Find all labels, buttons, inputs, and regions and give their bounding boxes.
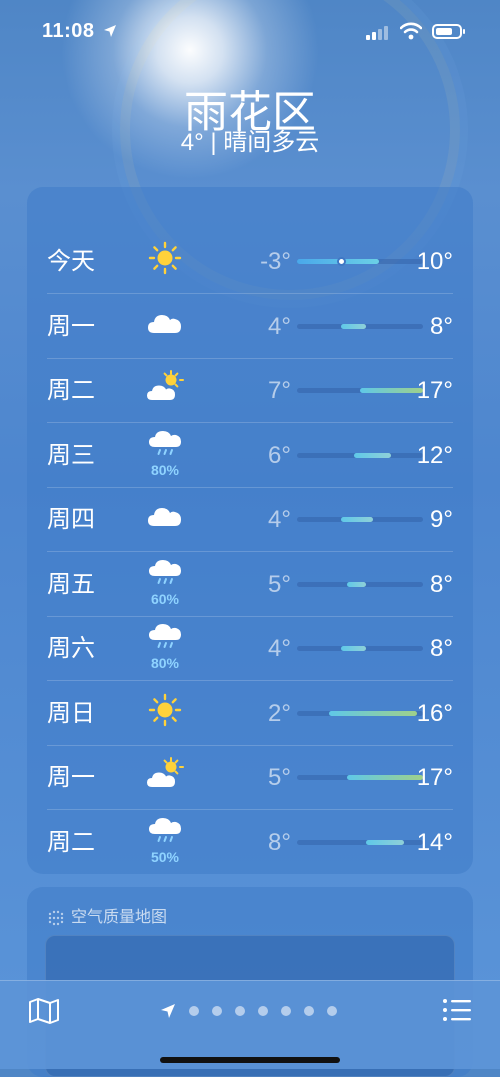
forecast-day: 周四: [47, 506, 95, 533]
sun-icon: [145, 690, 185, 738]
status-time: 11:08: [42, 20, 95, 42]
forecast-row[interactable]: 周五 60% 5° 8°: [47, 553, 453, 617]
precipitation-chance: 80%: [150, 461, 180, 478]
precipitation-chance: 80%: [150, 655, 180, 671]
forecast-row[interactable]: 周一 5° 17°: [47, 746, 453, 810]
partly-sunny-icon: [145, 367, 185, 415]
low-temp: 7°: [268, 377, 291, 404]
page-dot[interactable]: [327, 1006, 337, 1016]
map-icon[interactable]: [28, 997, 60, 1025]
forecast-row[interactable]: 周四 4° 9°: [47, 488, 453, 552]
temperature-range-bar: [341, 323, 367, 329]
forecast-row[interactable]: 周一 4° 8°: [47, 295, 453, 359]
page-dot[interactable]: [281, 1006, 291, 1016]
forecast-day: 周三: [47, 441, 95, 469]
low-temp: 2°: [268, 699, 291, 727]
low-temp: 6°: [268, 441, 291, 469]
temperature-range-bar: [347, 581, 367, 587]
temperature-range-bar: [353, 452, 392, 458]
forecast-row[interactable]: 周三 80% 6° 12°: [47, 424, 453, 488]
bottom-toolbar: [0, 980, 500, 1069]
low-temp: 4°: [268, 506, 291, 533]
forecast-row[interactable]: 周二 7° 17°: [47, 359, 453, 423]
cloud-icon: [145, 303, 185, 351]
low-temp: 4°: [268, 635, 291, 662]
forecast-day: 周一: [47, 312, 95, 340]
high-temp: 12°: [416, 441, 453, 469]
high-temp: 14°: [416, 828, 453, 856]
page-dot[interactable]: [189, 1006, 199, 1016]
forecast-day: 周一: [47, 764, 95, 791]
low-temp: 4°: [268, 312, 291, 340]
low-temp: -3°: [260, 248, 291, 275]
forecast-day: 周二: [47, 828, 95, 856]
city-list-icon[interactable]: [442, 997, 472, 1023]
high-temp: 17°: [416, 764, 453, 791]
ten-day-forecast[interactable]: 今天 -3° 10° 周一 4° 8° 周二 7° 17° 周三 80% 6° 12° 周四 4° 9° 周五 6…: [27, 187, 473, 874]
forecast-day: 今天: [47, 248, 95, 275]
cellular-signal-icon: [366, 24, 392, 40]
status-bar: 11:08: [0, 0, 500, 60]
sun-icon: [145, 238, 185, 286]
wifi-icon: [400, 22, 422, 40]
high-temp: 8°: [430, 312, 453, 340]
high-temp: 16°: [416, 699, 453, 727]
precipitation-chance: 50%: [150, 848, 180, 865]
air-quality-title: 空气质量地图: [71, 909, 168, 926]
low-temp: 5°: [268, 570, 291, 598]
high-temp: 10°: [416, 248, 453, 275]
page-dot[interactable]: [304, 1006, 314, 1016]
forecast-row[interactable]: 周六 80% 4° 8°: [47, 617, 453, 681]
temperature-range-bar: [366, 839, 405, 845]
page-dot[interactable]: [258, 1006, 268, 1016]
current-location-page-icon[interactable]: [160, 1003, 176, 1019]
page-dot[interactable]: [212, 1006, 222, 1016]
current-summary: 4° | 晴间多云: [180, 129, 320, 156]
forecast-day: 周日: [47, 699, 95, 727]
forecast-row[interactable]: 周二 50% 8° 14°: [47, 811, 453, 875]
battery-icon: [432, 24, 465, 39]
low-temp: 8°: [268, 828, 291, 856]
current-temperature-marker: [337, 257, 347, 266]
high-temp: 9°: [430, 506, 453, 533]
forecast-day: 周五: [47, 570, 95, 598]
forecast-row[interactable]: 周日 2° 16°: [47, 682, 453, 746]
air-quality-icon: [48, 910, 64, 925]
high-temp: 17°: [416, 377, 453, 404]
page-indicator[interactable]: [160, 1003, 337, 1019]
page-dot[interactable]: [235, 1006, 245, 1016]
high-temp: 8°: [430, 635, 453, 662]
forecast-row[interactable]: 今天 -3° 10°: [47, 230, 453, 294]
home-indicator: [160, 1057, 340, 1063]
precipitation-chance: 60%: [150, 590, 180, 607]
high-temp: 8°: [430, 570, 453, 598]
forecast-day: 周六: [47, 635, 95, 662]
temperature-range-bar: [341, 517, 373, 522]
low-temp: 5°: [268, 764, 291, 791]
location-arrow-icon: [104, 25, 116, 37]
partly-sunny-icon: [145, 754, 185, 802]
air-quality-header: 空气质量地图: [47, 903, 167, 927]
temperature-range-bar: [341, 646, 367, 651]
cloud-icon: [145, 496, 185, 544]
forecast-day: 周二: [47, 377, 95, 404]
